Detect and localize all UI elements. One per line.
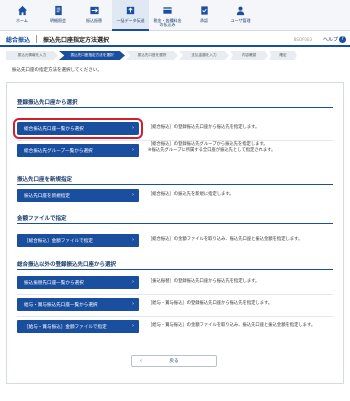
step-indicator: 振込元情報を入力 振込先口座指定方法を選択 振込先口座を選択 支払金額を入力 内… xyxy=(6,51,344,60)
chevron-right-icon: › xyxy=(132,192,134,198)
description: ［総合振込］の振込先を新規に指定します。 xyxy=(148,192,234,197)
transfer-icon xyxy=(89,5,100,16)
chevron-right-icon: › xyxy=(132,279,134,285)
nav-bulk-data-label: 一括データ伝送 xyxy=(116,18,145,23)
button-label: 給与・賞与振込先口座一覧から選択 xyxy=(24,302,98,308)
nav-user-management[interactable]: ユーザ管理 xyxy=(222,0,259,31)
page-header: 総合振込 振込先口座指定方法選択 BSOF003 ヘルプ ? xyxy=(0,33,350,47)
chevron-right-icon: › xyxy=(132,323,134,329)
nav-user-management-label: ユーザ管理 xyxy=(230,18,251,23)
nav-bulk-data[interactable]: 一括データ伝送 xyxy=(112,0,149,31)
page-title: 振込先口座指定方法選択 xyxy=(43,36,110,44)
back-button-label: 戻る xyxy=(169,359,179,364)
section-title: 総合振込 xyxy=(6,36,31,44)
furikomi-furikae-list-button[interactable]: 振込振替先口座一覧から選択 › xyxy=(17,276,139,289)
user-icon xyxy=(235,5,246,16)
description: ［総合振込］の金額ファイルを取り込み、振込先口座と振込金額を指定します。 xyxy=(148,237,303,242)
upload-icon xyxy=(125,5,136,16)
amount-file-button[interactable]: ［総合振込］金額ファイルで指定 › xyxy=(17,234,139,247)
select-from-transfer-list-button[interactable]: 総合振込先口座一覧から選択 › xyxy=(13,118,143,139)
row-divider xyxy=(17,140,333,141)
screen-code: BSOF003 xyxy=(293,36,312,42)
section-other-title: 総合振込以外の登録振込先口座から選択 xyxy=(17,262,117,268)
instruction-text: 振込先口座の指定方法を選択してください。 xyxy=(12,68,102,73)
section-divider xyxy=(17,223,333,224)
step-2: 振込先口座指定方法を選択 xyxy=(59,51,125,60)
nav-approval-label: 承認 xyxy=(200,18,208,23)
chevron-right-icon: › xyxy=(132,237,134,243)
salary-bonus-list-button[interactable]: 給与・賞与振込先口座一覧から選択 › xyxy=(17,298,139,311)
select-from-group-list-button[interactable]: 総合振込先グループ一覧から選択 › xyxy=(17,144,139,157)
description: ［給与・賞与振込］の金額ファイルを取り込み、振込先口座と振込金額を指定します。 xyxy=(148,323,316,328)
salary-bonus-amount-file-button[interactable]: ［給与・賞与振込］金額ファイルで指定 › xyxy=(17,320,139,333)
section-divider xyxy=(17,184,333,185)
help-link[interactable]: ヘルプ xyxy=(323,36,338,43)
chevron-right-icon: › xyxy=(132,125,134,131)
nav-statement-label: 明細照会 xyxy=(50,18,66,23)
nav-tax-label: 税金・各種料金 の払込み xyxy=(153,18,182,28)
section-file-title: 金額ファイルで指定 xyxy=(17,216,67,222)
section-registered-title: 登録振込先口座から選択 xyxy=(17,100,78,106)
stamp-icon xyxy=(199,5,210,16)
button-label: 振込先口座を新規指定 xyxy=(24,193,70,199)
button-label: 総合振込先グループ一覧から選択 xyxy=(24,148,93,154)
step-6: 確定 xyxy=(269,51,297,60)
button-label: 総合振込先口座一覧から選択 xyxy=(24,126,84,132)
new-account-button[interactable]: 振込先口座を新規指定 › xyxy=(17,189,139,202)
help-icon[interactable]: ? xyxy=(339,35,346,43)
nav-home[interactable]: ホーム xyxy=(4,0,40,31)
step-1: 振込元情報を入力 xyxy=(6,51,58,60)
home-icon xyxy=(17,5,28,16)
document-icon xyxy=(53,5,64,16)
nav-approval[interactable]: 承認 xyxy=(186,0,222,31)
button-label: ［総合振込］金額ファイルで指定 xyxy=(24,238,93,244)
selection-panel: 登録振込先口座から選択 総合振込先口座一覧から選択 › ［総合振込］の登録振込先… xyxy=(6,82,344,384)
step-4: 支払金額を入力 xyxy=(179,51,229,60)
nav-tax[interactable]: 税金・各種料金 の払込み xyxy=(149,0,186,31)
row-divider xyxy=(17,316,333,317)
back-button[interactable]: ‹ 戻る xyxy=(131,355,217,367)
description: ［振込振替］の登録振込先口座から振込先を指定します。 xyxy=(148,279,260,284)
step-5: 内容確認 xyxy=(230,51,268,60)
row-divider xyxy=(17,294,333,295)
chevron-right-icon: › xyxy=(132,147,134,153)
button-label: ［給与・賞与振込］金額ファイルで指定 xyxy=(24,324,107,330)
section-divider xyxy=(17,107,333,108)
description: ［給与・賞与振込］の登録振込先口座から振込先を指定します。 xyxy=(148,301,273,306)
title-divider xyxy=(36,35,38,43)
nav-transfer[interactable]: 振込振替 xyxy=(76,0,112,31)
nav-home-label: ホーム xyxy=(16,18,28,23)
description: ［総合振込］の登録振込先口座から振込先を指定します。 xyxy=(148,125,260,130)
step-3: 振込先口座を選択 xyxy=(126,51,178,60)
section-divider xyxy=(17,269,333,270)
global-nav: ホーム 明細照会 振込振替 一括データ伝送 税金・各種料金 の払込み 承認 ユー… xyxy=(0,0,350,31)
button-label: 振込振替先口座一覧から選択 xyxy=(24,280,84,286)
nav-statement[interactable]: 明細照会 xyxy=(40,0,76,31)
chevron-right-icon: › xyxy=(132,301,134,307)
tax-icon xyxy=(162,5,173,16)
section-new-title: 振込先口座を新規指定 xyxy=(17,177,73,183)
description: ［総合振込］の登録振込先グループから振込先を指定します。 ※振込先グループに所属… xyxy=(148,142,276,153)
chevron-left-icon: ‹ xyxy=(140,358,142,364)
nav-transfer-label: 振込振替 xyxy=(86,18,102,23)
